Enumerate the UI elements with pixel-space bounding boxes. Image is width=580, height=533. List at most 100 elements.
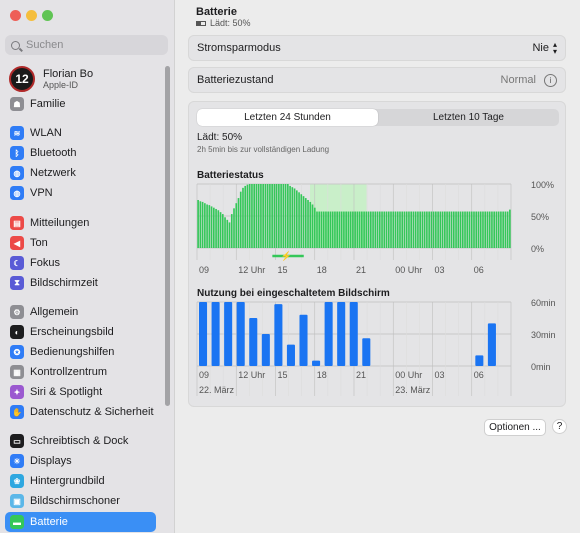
battery-bar bbox=[370, 211, 372, 248]
battery-bar bbox=[226, 219, 229, 248]
apple-id-row[interactable]: 12 Florian Bo Apple-ID bbox=[9, 64, 93, 94]
sidebar-item-datenschutz-sicherheit[interactable]: ✋ Datenschutz & Sicherheit bbox=[5, 402, 156, 422]
battery-bar bbox=[246, 184, 249, 248]
battery-bar bbox=[293, 188, 296, 248]
battery-bar bbox=[491, 211, 493, 248]
x-tick-label: 09 bbox=[199, 265, 209, 275]
battery-bar bbox=[282, 184, 285, 248]
battery-health-row: Batteriezustand Normal i bbox=[188, 67, 566, 93]
usage-bar bbox=[475, 355, 484, 366]
x-tick-label: 03 bbox=[435, 265, 445, 275]
battery-level-chart: ⚡ 09 12 Uhr 15 18 21 00 Uhr 03 06 100% 50% 0% bbox=[196, 180, 554, 275]
usage-bar bbox=[199, 302, 208, 366]
usage-bar bbox=[261, 334, 270, 366]
sidebar-item-netzwerk[interactable]: ◍ Netzwerk bbox=[5, 163, 156, 183]
search-field[interactable]: Suchen bbox=[5, 35, 168, 55]
battery-bar bbox=[302, 196, 305, 248]
battery-bar bbox=[439, 211, 442, 248]
sidebar-item-label: Fokus bbox=[30, 257, 60, 269]
battery-bar bbox=[255, 184, 258, 248]
battery-bar bbox=[260, 184, 262, 248]
battery-bar bbox=[262, 184, 264, 248]
battery-bar bbox=[488, 211, 491, 248]
battery-icon: ▬ bbox=[10, 515, 24, 529]
sidebar-scrollbar[interactable] bbox=[165, 66, 170, 406]
search-placeholder: Suchen bbox=[26, 39, 64, 51]
battery-bar bbox=[336, 211, 338, 248]
battery-bar bbox=[271, 184, 273, 248]
sidebar-item-bildschirmzeit[interactable]: ⧗ Bildschirmzeit bbox=[5, 273, 156, 293]
battery-bar bbox=[412, 211, 415, 248]
battery-bar bbox=[466, 211, 469, 248]
battery-bar bbox=[446, 211, 448, 248]
sidebar-item-ton[interactable]: ◀ Ton bbox=[5, 233, 156, 253]
usage-bar bbox=[274, 304, 283, 366]
x-tick-label: 06 bbox=[474, 265, 484, 275]
x-tick-label: 12 Uhr bbox=[238, 265, 265, 275]
sidebar-item-batterie[interactable]: ▬ Batterie bbox=[5, 512, 156, 532]
sidebar-item-schreibtisch-dock[interactable]: ▭ Schreibtisch & Dock bbox=[5, 431, 156, 451]
vpn-icon: ◍ bbox=[10, 186, 24, 200]
battery-bar bbox=[340, 211, 343, 248]
sidebar-item-wlan[interactable]: ≋ WLAN bbox=[5, 123, 156, 143]
sidebar-item-mitteilungen[interactable]: ▤ Mitteilungen bbox=[5, 213, 156, 233]
battery-bar bbox=[450, 211, 453, 248]
battery-bar bbox=[473, 211, 475, 248]
battery-bar bbox=[426, 211, 428, 248]
y-tick-label: 0min bbox=[531, 362, 551, 372]
x-tick-label: 18 bbox=[317, 265, 327, 275]
sidebar-item-vpn[interactable]: ◍ VPN bbox=[5, 183, 156, 203]
options-button[interactable]: Optionen ... bbox=[484, 419, 546, 436]
usage-bar bbox=[312, 360, 321, 366]
close-window-button[interactable] bbox=[10, 10, 21, 21]
usage-bar bbox=[249, 318, 258, 366]
battery-bar bbox=[215, 208, 217, 248]
low-power-mode-select[interactable]: Nie ▴ ▾ bbox=[532, 41, 557, 56]
battery-bar bbox=[233, 208, 235, 248]
battery-bar bbox=[504, 211, 507, 248]
battery-bar bbox=[392, 211, 395, 248]
sidebar-item-siri-spotlight[interactable]: ✦ Siri & Spotlight bbox=[5, 382, 156, 402]
sidebar-item-displays[interactable]: ☀ Displays bbox=[5, 451, 156, 471]
charging-bolt-icon: ⚡ bbox=[281, 250, 292, 262]
page-subtitle-text: Lädt: 50% bbox=[210, 18, 251, 28]
tab-last-10-days[interactable]: Letzten 10 Tage bbox=[378, 109, 559, 126]
battery-bar bbox=[399, 211, 401, 248]
sidebar-item-erscheinungsbild[interactable]: ◐ Erscheinungsbild bbox=[5, 322, 156, 342]
sidebar-item-hintergrundbild[interactable]: ❀ Hintergrundbild bbox=[5, 471, 156, 491]
battery-bar bbox=[421, 211, 424, 248]
search-icon bbox=[11, 40, 20, 50]
battery-bar bbox=[367, 211, 370, 248]
sidebar-item-familie[interactable]: ☗ Familie bbox=[5, 94, 156, 114]
wallpaper-icon: ❀ bbox=[10, 474, 24, 488]
date-label: 22. März bbox=[199, 385, 235, 395]
page-title: Batterie bbox=[196, 6, 237, 18]
sidebar-item-fokus[interactable]: ☾ Fokus bbox=[5, 253, 156, 273]
screensaver-icon: ▣ bbox=[10, 494, 24, 508]
hand-icon: ✋ bbox=[10, 405, 24, 419]
sidebar-item-bedienungshilfen[interactable]: ✪ Bedienungshilfen bbox=[5, 342, 156, 362]
sidebar-item-kontrollzentrum[interactable]: ▦ Kontrollzentrum bbox=[5, 362, 156, 382]
sidebar-item-allgemein[interactable]: ⚙ Allgemein bbox=[5, 302, 156, 322]
battery-bar bbox=[248, 184, 251, 248]
family-icon: ☗ bbox=[10, 97, 24, 111]
tab-last-24-hours[interactable]: Letzten 24 Stunden bbox=[197, 109, 378, 126]
x-tick-label: 12 Uhr bbox=[238, 370, 265, 380]
zoom-window-button[interactable] bbox=[42, 10, 53, 21]
battery-bar bbox=[275, 184, 278, 248]
help-button[interactable]: ? bbox=[552, 419, 567, 434]
x-tick-label: 21 bbox=[356, 265, 366, 275]
battery-bar bbox=[477, 211, 480, 248]
battery-bar bbox=[493, 211, 495, 248]
minimize-window-button[interactable] bbox=[26, 10, 37, 21]
battery-bar bbox=[206, 204, 208, 248]
battery-bar bbox=[455, 211, 457, 248]
info-icon[interactable]: i bbox=[544, 73, 557, 87]
battery-bar bbox=[376, 211, 379, 248]
siri-icon: ✦ bbox=[10, 385, 24, 399]
battery-bar bbox=[484, 211, 487, 248]
battery-bar bbox=[457, 211, 460, 248]
battery-bar bbox=[322, 211, 325, 248]
sidebar-item-bluetooth[interactable]: ᛒ Bluetooth bbox=[5, 143, 156, 163]
sidebar-item-bildschirmschoner[interactable]: ▣ Bildschirmschoner bbox=[5, 491, 156, 511]
